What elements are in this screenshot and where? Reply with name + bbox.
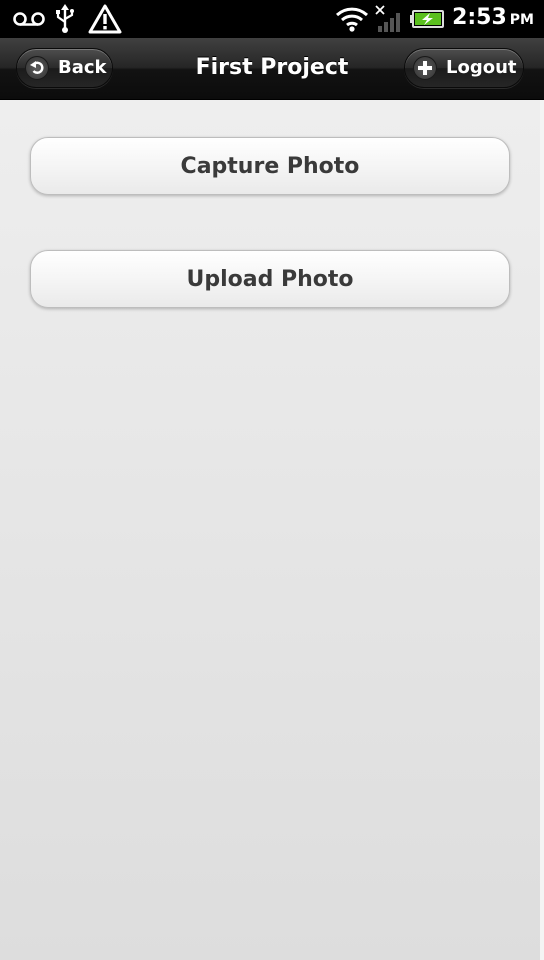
back-button[interactable]: Back [16,48,113,88]
clock-ampm: PM [509,12,534,28]
upload-photo-button[interactable]: Upload Photo [30,250,510,308]
battery-charging-icon [410,0,446,38]
status-bar: 2:53 PM [0,0,544,38]
voicemail-icon [12,0,46,38]
clock-time: 2:53 [452,5,507,30]
capture-photo-button[interactable]: Capture Photo [30,137,510,195]
warning-icon [88,0,122,38]
back-button-label: Back [58,57,107,78]
scroll-edge [540,100,544,960]
header-bar: Back First Project Logout [0,38,544,100]
no-signal-icon [374,0,404,38]
main-content: Capture Photo Upload Photo [0,100,544,960]
plus-icon [413,56,437,80]
logout-button-label: Logout [446,57,517,78]
back-arrow-icon [25,56,49,80]
logout-button[interactable]: Logout [404,48,524,88]
status-clock: 2:53 PM [452,0,534,38]
wifi-icon [335,0,369,38]
usb-icon [53,0,77,38]
